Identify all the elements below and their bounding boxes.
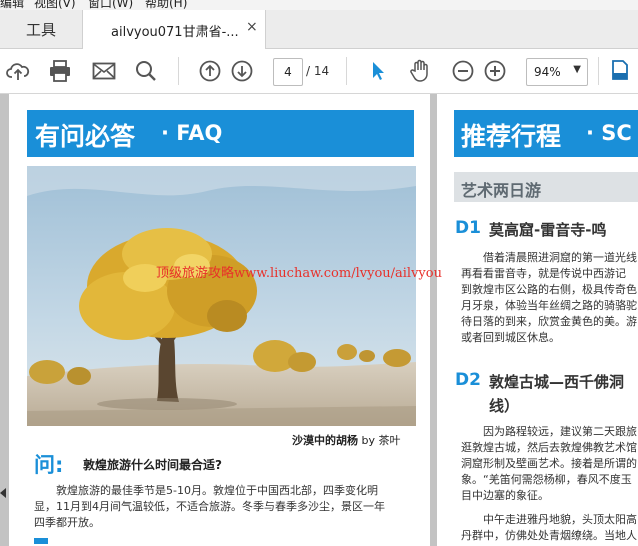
- day2-title-cont: 线）: [489, 397, 520, 415]
- day1-label: D1: [455, 218, 481, 238]
- day1-line: 再看看雷音寺，就是传说中西游记: [461, 267, 626, 280]
- select-arrow-icon[interactable]: [366, 59, 390, 83]
- document-tab-title: ailvyou071甘肃省-...: [111, 25, 239, 40]
- caption-author: by 茶叶: [361, 434, 401, 447]
- mail-icon[interactable]: [92, 59, 116, 83]
- day2-label: D2: [455, 370, 481, 390]
- export-icon[interactable]: [608, 59, 632, 83]
- watermark-text: 顶级旅游攻略www.liuchaw.com/lvyou/ailvyou: [156, 266, 442, 281]
- day2-line: 目中边塞的象征。: [461, 489, 549, 502]
- zoom-out-icon[interactable]: [451, 59, 475, 83]
- tab-document[interactable]: ailvyou071甘肃省-... ×: [82, 10, 266, 49]
- toolbar-divider: [598, 57, 599, 85]
- pdf-page-left: 有问必答 · FAQ 沙漠中的胡杨 by 茶叶 问: 敦煌旅游什么时间最合适? …: [9, 94, 430, 546]
- day1-title: 莫高窟-雷音寺-鸣: [489, 221, 607, 239]
- chevron-down-icon: ▼: [573, 64, 581, 75]
- day1-line: 或者回到城区休息。: [461, 331, 560, 344]
- day2-line: 中午走进雅丹地貌，头顶太阳高: [483, 513, 637, 526]
- next-question-marker: [34, 538, 48, 544]
- page-total: / 14: [306, 64, 330, 78]
- zoom-in-icon[interactable]: [483, 59, 507, 83]
- photo-caption: 沙漠中的胡杨 by 茶叶: [292, 432, 401, 448]
- answer-line: 敦煌旅游的最佳季节是5-10月。敦煌位于中国西北部，四季变化明: [56, 484, 378, 497]
- desert-poplar-photo: [27, 166, 416, 426]
- menu-window[interactable]: 窗口(W): [88, 0, 133, 10]
- close-tab-icon[interactable]: ×: [246, 19, 258, 35]
- itinerary-title: 推荐行程: [461, 122, 562, 151]
- day1-line: 待日落的到来，欣赏金黄色的美。游: [461, 315, 637, 328]
- itinerary-banner: 推荐行程 · SC: [454, 110, 638, 157]
- menu-edit[interactable]: 编辑: [0, 0, 24, 10]
- page-number-input[interactable]: 4: [273, 58, 303, 86]
- upload-icon[interactable]: [6, 59, 30, 83]
- faq-banner: 有问必答 · FAQ: [27, 110, 414, 157]
- tab-tools[interactable]: 工具: [0, 10, 82, 48]
- faq-question: 敦煌旅游什么时间最合适?: [83, 458, 222, 472]
- question-mark-label: 问:: [34, 453, 64, 477]
- day1-line: 月牙泉，体验当年丝绸之路的骑骆驼: [461, 299, 637, 312]
- day2-line: 逛敦煌古城，然后去敦煌佛教艺术馆: [461, 441, 637, 454]
- menu-view[interactable]: 视图(V): [34, 0, 76, 10]
- menu-help[interactable]: 帮助(H): [145, 0, 187, 10]
- hand-icon[interactable]: [408, 59, 432, 83]
- page-up-icon[interactable]: [198, 59, 222, 83]
- panel-toggle-icon[interactable]: [0, 488, 6, 498]
- day2-line: 象。“羌笛何需怨杨柳，春风不度玉: [461, 473, 632, 486]
- menu-bar: 编辑 视图(V) 窗口(W) 帮助(H): [0, 0, 638, 10]
- toolbar: 4 / 14 94% ▼: [0, 49, 638, 94]
- day2-line: 丹群中，仿佛处处青烟缭绕。当地人: [461, 529, 637, 542]
- document-viewer[interactable]: 有问必答 · FAQ 沙漠中的胡杨 by 茶叶 问: 敦煌旅游什么时间最合适? …: [0, 94, 638, 546]
- toolbar-divider: [178, 57, 179, 85]
- search-icon[interactable]: [134, 59, 158, 83]
- day2-line: 洞窟形制及壁画艺术。接着是所谓的: [461, 457, 637, 470]
- day1-line: 到敦煌市区公路的右侧，极具传奇色: [461, 283, 637, 296]
- answer-line: 四季都开放。: [34, 516, 100, 529]
- faq-answer: 敦煌旅游的最佳季节是5-10月。敦煌位于中国西北部，四季变化明 显，11月到4月…: [34, 483, 429, 531]
- day1-text: 借着清晨照进洞窟的第一道光线 再看看雷音寺，就是传说中西游记 到敦煌市区公路的右…: [461, 250, 638, 346]
- itinerary-subtitle: · SC: [586, 121, 632, 145]
- trip-heading: 艺术两日游: [461, 181, 542, 200]
- day2-text: 因为路程较远，建议第二天跟旅 逛敦煌古城，然后去敦煌佛教艺术馆 洞窟形制及壁画艺…: [461, 424, 638, 544]
- caption-title: 沙漠中的胡杨: [292, 434, 358, 447]
- zoom-select[interactable]: 94% ▼: [526, 58, 588, 86]
- print-icon[interactable]: [48, 59, 72, 83]
- faq-subtitle: · FAQ: [161, 121, 223, 145]
- toolbar-divider: [346, 57, 347, 85]
- day2-line: 因为路程较远，建议第二天跟旅: [483, 425, 637, 438]
- faq-title: 有问必答: [35, 122, 136, 151]
- zoom-value: 94%: [534, 65, 561, 79]
- answer-line: 显，11月到4月间气温较低，不适合旅游。冬季与春季多沙尘，景区一年: [34, 500, 385, 513]
- page-down-icon[interactable]: [230, 59, 254, 83]
- pdf-page-right: 推荐行程 · SC 艺术两日游 D1 莫高窟-雷音寺-鸣 借着清晨照进洞窟的第一…: [437, 94, 638, 546]
- tab-bar: 工具 ailvyou071甘肃省-... ×: [0, 10, 638, 49]
- day2-title: 敦煌古城—西千佛洞: [489, 373, 625, 391]
- trip-heading-bar: 艺术两日游: [454, 172, 638, 202]
- day1-line: 借着清晨照进洞窟的第一道光线: [483, 251, 637, 264]
